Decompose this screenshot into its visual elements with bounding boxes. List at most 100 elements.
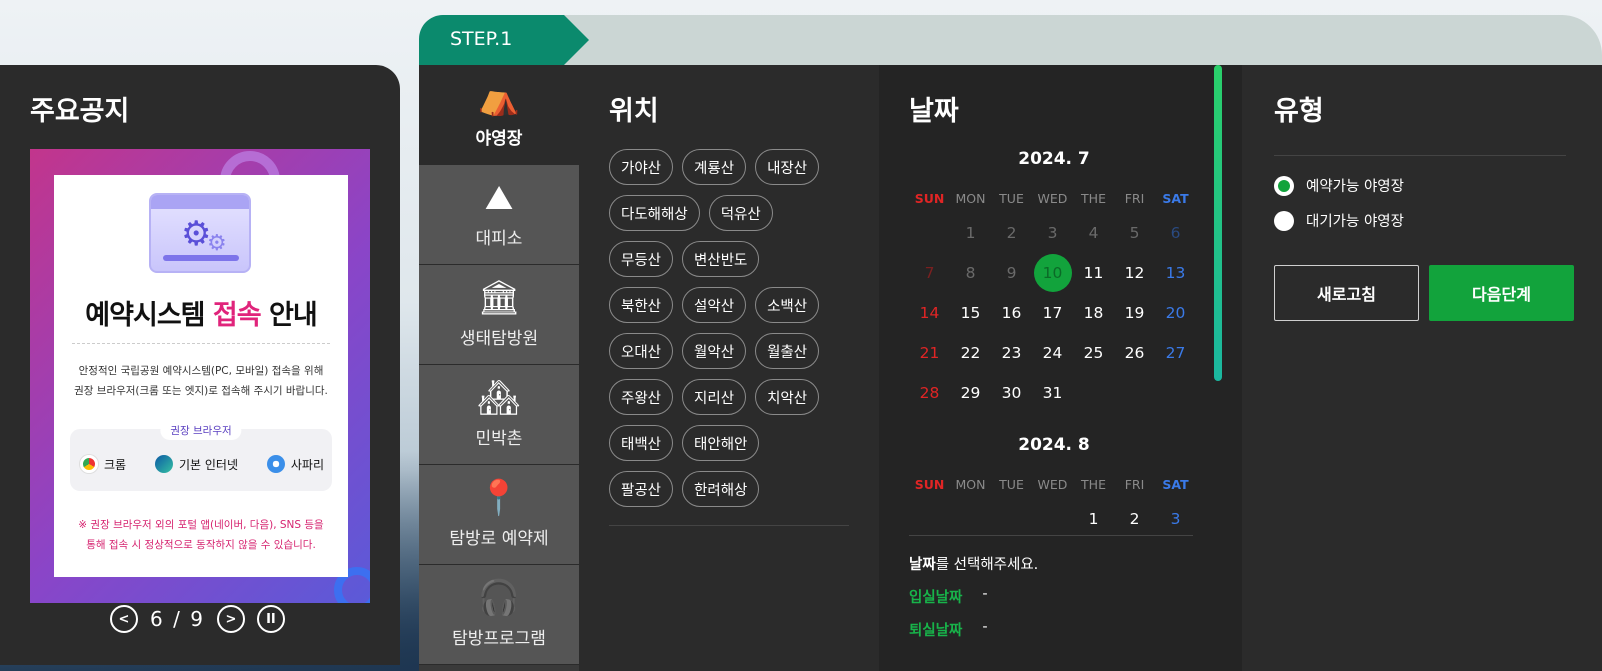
location-chip[interactable]: 월악산: [682, 333, 747, 369]
category-campground[interactable]: ⛺ 야영장: [419, 65, 579, 165]
calendar-day[interactable]: 31: [1032, 373, 1073, 413]
calendar-day[interactable]: 27: [1155, 333, 1196, 373]
tent-icon: ⛺: [477, 78, 521, 118]
calendar[interactable]: 2024. 7 SUN MON TUE WED THE FRI SAT 1 2 3 4 5 6 7 8 9 10 1…: [909, 149, 1199, 541]
calendar-empty-cell: [1032, 499, 1073, 539]
category-village[interactable]: 🏘 민박촌: [419, 365, 579, 465]
calendar-day[interactable]: 29: [950, 373, 991, 413]
calendar-week: 21 22 23 24 25 26 27: [909, 333, 1199, 373]
calendar-day[interactable]: 2: [1114, 499, 1155, 539]
calendar-day: 7: [924, 264, 935, 282]
browser-tag: 권장 브라우저: [160, 421, 242, 440]
calendar-day[interactable]: 18: [1073, 293, 1114, 333]
calendar-scrollbar[interactable]: [1214, 65, 1222, 381]
banner-card: ⚙ ⚙ 예약시스템 접속 안내 안정적인 국립공원 예약시스템(PC, 모바일)…: [54, 175, 348, 577]
calendar-day: 2: [1006, 224, 1017, 242]
program-icon: 🎧: [477, 578, 521, 618]
calendar-day[interactable]: 25: [1073, 333, 1114, 373]
calendar-day[interactable]: 1: [1073, 499, 1114, 539]
location-chip[interactable]: 태안해안: [682, 425, 760, 461]
location-chip[interactable]: 무등산: [609, 241, 674, 277]
calendar-month-title: 2024. 7: [1018, 149, 1090, 169]
checkin-label: 입실날짜: [909, 590, 963, 606]
eco-center-icon: 🏛: [477, 278, 521, 318]
settings-window-icon: ⚙ ⚙: [149, 193, 251, 273]
browser-safari: 사파리: [266, 455, 324, 473]
calendar-empty-cell: [991, 499, 1032, 539]
category-eco-center[interactable]: 🏛 생태탐방원: [419, 265, 579, 365]
calendar-week: 28 29 30 31: [909, 373, 1199, 413]
step-tab: STEP.1: [419, 15, 1602, 65]
location-chip[interactable]: 내장산: [755, 149, 820, 185]
weekday-label: SUN: [914, 477, 945, 492]
location-chip[interactable]: 계룡산: [682, 149, 747, 185]
location-chip[interactable]: 변산반도: [682, 241, 760, 277]
radio-waitlist[interactable]: 대기가능 야영장: [1274, 210, 1404, 231]
calendar-day[interactable]: 14: [909, 293, 950, 333]
calendar-day[interactable]: 3: [1155, 499, 1196, 539]
prev-button[interactable]: <: [110, 605, 138, 633]
date-title: 날짜: [909, 96, 959, 127]
banner-warning: ※ 권장 브라우저 외의 포털 앱(네이버, 다음), SNS 등을 통해 접속…: [78, 519, 324, 551]
location-chip[interactable]: 오대산: [609, 333, 674, 369]
weekday-label: THE: [1081, 477, 1106, 492]
reservation-panel: ⛺ 야영장 ⛰ 대피소 🏛 생태탐방원 🏘 민박촌 📍 탐방로 예약제 🎧 탐방…: [419, 65, 1602, 671]
calendar-day[interactable]: 22: [950, 333, 991, 373]
calendar-day[interactable]: 23: [991, 333, 1032, 373]
category-program[interactable]: 🎧 탐방프로그램: [419, 565, 579, 665]
location-chip[interactable]: 태백산: [609, 425, 674, 461]
calendar-day[interactable]: 11: [1073, 253, 1114, 293]
calendar-month-title: 2024. 8: [1018, 435, 1090, 455]
category-column: ⛺ 야영장 ⛰ 대피소 🏛 생태탐방원 🏘 민박촌 📍 탐방로 예약제 🎧 탐방…: [419, 65, 579, 671]
step-label: STEP.1: [419, 15, 589, 65]
village-icon: 🏘: [477, 378, 521, 418]
next-button[interactable]: >: [216, 605, 245, 633]
category-shelter[interactable]: ⛰ 대피소: [419, 165, 579, 265]
next-step-button[interactable]: 다음단계: [1429, 265, 1574, 321]
chevron-left-icon: <: [118, 611, 130, 627]
location-chip[interactable]: 북한산: [609, 287, 674, 323]
calendar-day[interactable]: 21: [909, 333, 950, 373]
weekday-label: THE: [1081, 191, 1106, 206]
location-chip[interactable]: 소백산: [755, 287, 820, 323]
location-chip[interactable]: 다도해해상: [609, 195, 700, 231]
location-chip[interactable]: 덕유산: [708, 195, 773, 231]
calendar-day[interactable]: 15: [950, 293, 991, 333]
category-trail[interactable]: 📍 탐방로 예약제: [419, 465, 579, 565]
calendar-day[interactable]: 16: [991, 293, 1032, 333]
radio-available[interactable]: 예약가능 야영장: [1274, 175, 1404, 196]
calendar-day[interactable]: 19: [1114, 293, 1155, 333]
type-title: 유형: [1274, 96, 1324, 127]
calendar-day[interactable]: 24: [1032, 333, 1073, 373]
calendar-day[interactable]: 26: [1114, 333, 1155, 373]
calendar-day[interactable]: 28: [909, 373, 950, 413]
weekday-label: SUN: [914, 191, 945, 206]
location-chip[interactable]: 한려해상: [682, 471, 760, 507]
calendar-day[interactable]: 10: [1032, 253, 1073, 293]
weekday-label: TUE: [999, 191, 1024, 206]
calendar-empty-cell: [909, 213, 950, 253]
edge-icon: [154, 455, 173, 473]
calendar-day[interactable]: 20: [1155, 293, 1196, 333]
location-chip[interactable]: 지리산: [682, 379, 747, 415]
pause-button[interactable]: II: [256, 605, 285, 633]
location-chip[interactable]: 치악산: [755, 379, 820, 415]
category-label: 탐방프로그램: [452, 629, 546, 649]
calendar-day[interactable]: 30: [991, 373, 1032, 413]
divider: [609, 525, 849, 526]
location-chip[interactable]: 월출산: [755, 333, 820, 369]
calendar-day[interactable]: 13: [1155, 253, 1196, 293]
refresh-button[interactable]: 새로고침: [1274, 265, 1419, 321]
location-chip[interactable]: 가야산: [609, 149, 674, 185]
location-chip[interactable]: 설악산: [682, 287, 747, 323]
trail-icon: 📍: [477, 478, 521, 518]
location-chip[interactable]: 팔공산: [609, 471, 674, 507]
notice-banner[interactable]: ⚙ ⚙ 예약시스템 접속 안내 안정적인 국립공원 예약시스템(PC, 모바일)…: [30, 149, 370, 603]
location-chip[interactable]: 주왕산: [609, 379, 674, 415]
radio-checked-icon: [1274, 175, 1294, 196]
notice-pager: < 6 / 9 > II: [110, 605, 285, 633]
calendar-day[interactable]: 17: [1032, 293, 1073, 333]
browser-box: 권장 브라우저 크롬 기본 인터넷 사파리: [70, 421, 332, 491]
calendar-day[interactable]: 12: [1114, 253, 1155, 293]
calendar-empty-cell: [1073, 373, 1114, 413]
